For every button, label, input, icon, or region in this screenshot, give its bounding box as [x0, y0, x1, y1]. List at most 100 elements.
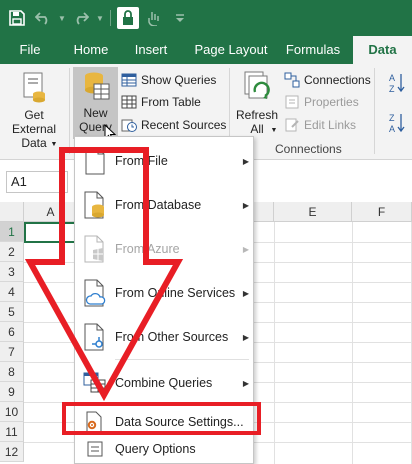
tab-file[interactable]: File [10, 36, 50, 64]
get-external-data-label-1: Get External [11, 108, 57, 136]
row-header-10[interactable]: 10 [0, 402, 24, 422]
row-header-6[interactable]: 6 [0, 322, 24, 342]
query-options-icon [87, 441, 103, 457]
database-icon [84, 191, 104, 219]
svg-text:Z: Z [389, 84, 395, 94]
get-external-data-button[interactable]: Get External Data ▼ [2, 68, 66, 152]
table-icon [121, 95, 137, 109]
ribbon-tabs: File Home Insert Page Layout Formulas Da… [0, 36, 412, 64]
menu-item-combine-queries[interactable]: Combine Queries ▶ [75, 363, 253, 403]
row-header-2[interactable]: 2 [0, 242, 24, 262]
other-sources-icon [84, 323, 104, 351]
from-table-button[interactable]: From Table [121, 92, 201, 112]
show-queries-icon [121, 73, 137, 87]
column-header-e[interactable]: E [274, 202, 352, 222]
menu-divider [115, 359, 249, 360]
from-database-label: From Database [115, 198, 202, 212]
annotation-highlight-box [62, 402, 261, 435]
row-header-11[interactable]: 11 [0, 422, 24, 442]
recent-sources-label: Recent Sources [141, 118, 227, 132]
touch-mode-icon[interactable] [143, 7, 165, 29]
from-other-sources-label: From Other Sources [115, 330, 229, 344]
connections-group-label: Connections [275, 142, 342, 156]
sort-z-a-button[interactable]: ZA [386, 112, 408, 137]
row-header-1[interactable]: 1 [0, 222, 24, 242]
properties-icon [285, 95, 299, 109]
row-header-5[interactable]: 5 [0, 302, 24, 322]
query-options-label: Query Options [115, 442, 196, 456]
customize-icon[interactable] [169, 7, 191, 29]
show-queries-button[interactable]: Show Queries [121, 70, 216, 90]
menu-item-query-options[interactable]: Query Options [75, 437, 253, 461]
cloud-icon [84, 279, 106, 307]
column-header-a[interactable]: A [24, 202, 78, 222]
tab-home[interactable]: Home [66, 36, 116, 64]
row-header-7[interactable]: 7 [0, 342, 24, 362]
quick-access-toolbar: ▼ ▼ [0, 0, 412, 36]
gridline [352, 222, 353, 464]
show-queries-label: Show Queries [141, 73, 217, 87]
new-query-label-1: New [83, 106, 108, 120]
gridline [274, 222, 275, 464]
chevron-right-icon: ▶ [242, 378, 250, 388]
save-icon[interactable] [6, 7, 28, 29]
connections-label: Connections [304, 73, 371, 87]
sort-a-z-button[interactable]: AZ [386, 72, 408, 98]
menu-item-from-azure[interactable]: From Azure ▶ [75, 229, 253, 269]
properties-label: Properties [304, 95, 359, 109]
refresh-icon [244, 71, 270, 99]
from-table-label: From Table [141, 95, 201, 109]
row-header-8[interactable]: 8 [0, 362, 24, 382]
from-azure-label: From Azure [115, 242, 180, 256]
file-icon [85, 147, 105, 175]
row-header-12[interactable]: 12 [0, 442, 24, 462]
sort-a-z-icon: AZ [389, 73, 405, 94]
connections-button[interactable]: Connections [284, 70, 371, 90]
properties-button[interactable]: Properties [284, 92, 359, 112]
menu-item-from-database[interactable]: From Database ▶ [75, 185, 253, 225]
tab-page-layout[interactable]: Page Layout [187, 36, 275, 64]
chevron-right-icon: ▶ [242, 200, 250, 210]
selected-cell-a1[interactable] [24, 222, 78, 243]
tab-formulas[interactable]: Formulas [282, 36, 344, 64]
edit-links-button[interactable]: Edit Links [284, 115, 356, 135]
recent-sources-button[interactable]: Recent Sources [121, 115, 226, 135]
new-query-icon [84, 72, 109, 100]
redo-icon[interactable] [70, 7, 92, 29]
menu-item-from-other-sources[interactable]: From Other Sources ▶ [75, 317, 253, 357]
from-online-services-label: From Online Services [115, 286, 236, 300]
name-box[interactable]: A1 [6, 171, 68, 193]
row-header-4[interactable]: 4 [0, 282, 24, 302]
combine-queries-label: Combine Queries [115, 376, 213, 390]
undo-dropdown-icon[interactable]: ▼ [58, 7, 66, 29]
row-header-3[interactable]: 3 [0, 262, 24, 282]
menu-item-from-online-services[interactable]: From Online Services ▶ [75, 273, 253, 313]
column-header-f[interactable]: F [352, 202, 412, 222]
sort-z-a-icon: ZA [389, 113, 405, 134]
lock-icon[interactable] [117, 7, 139, 29]
refresh-all-button[interactable]: Refresh All ▼ [233, 68, 281, 138]
ribbon-divider [374, 68, 375, 154]
connections-icon [284, 72, 300, 88]
clock-icon [121, 119, 137, 132]
tab-insert[interactable]: Insert [128, 36, 174, 64]
chevron-right-icon: ▶ [242, 332, 250, 342]
ribbon-divider [69, 68, 70, 154]
svg-text:A: A [389, 73, 395, 83]
external-data-icon [23, 72, 45, 103]
row-header-9[interactable]: 9 [0, 382, 24, 402]
chevron-down-icon: ▼ [270, 127, 278, 134]
from-file-label: From File [115, 154, 168, 168]
chevron-right-icon: ▶ [242, 156, 250, 166]
redo-dropdown-icon[interactable]: ▼ [96, 7, 104, 29]
azure-icon [84, 235, 104, 263]
select-all-corner[interactable] [0, 202, 24, 222]
chevron-right-icon: ▶ [242, 288, 250, 298]
svg-text:A: A [389, 124, 395, 134]
edit-links-icon [285, 118, 299, 132]
refresh-label-1: Refresh [235, 108, 279, 122]
undo-icon[interactable] [32, 7, 54, 29]
tab-data[interactable]: Data [353, 36, 412, 64]
svg-text:Z: Z [389, 113, 395, 123]
menu-item-from-file[interactable]: From File ▶ [75, 141, 253, 181]
